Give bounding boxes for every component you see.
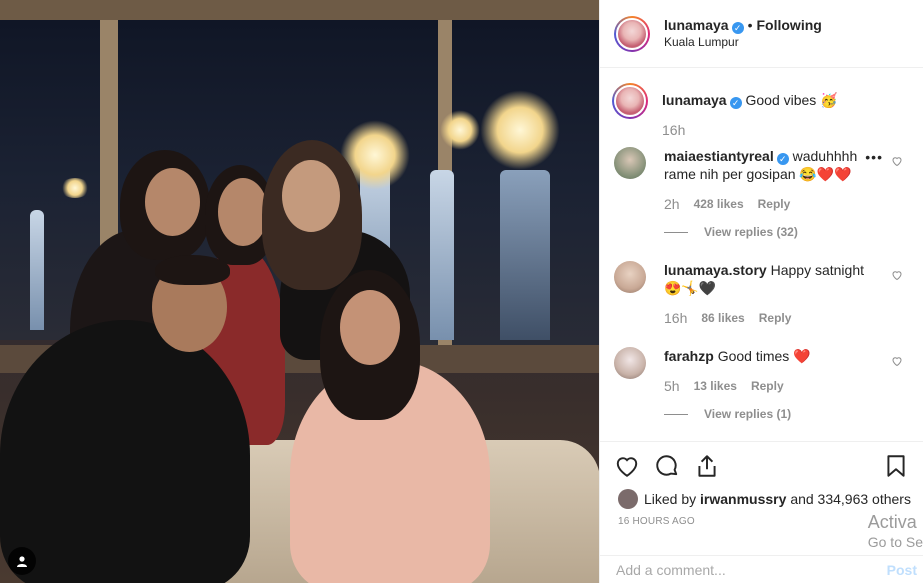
- person-front-left: [0, 320, 250, 583]
- comments-list[interactable]: lunamaya ✓ Good vibes 🥳 16h maiaestiantyr…: [600, 69, 923, 441]
- view-replies-label: View replies (32): [704, 225, 798, 239]
- comment-username[interactable]: farahzp: [664, 348, 714, 364]
- bookmark-icon[interactable]: [883, 453, 909, 479]
- commenter-avatar[interactable]: [614, 347, 646, 379]
- reply-button[interactable]: Reply: [759, 309, 792, 327]
- likes-count[interactable]: and 334,963 others: [790, 491, 911, 507]
- commenter-avatar[interactable]: [614, 147, 646, 179]
- view-replies-button[interactable]: View replies (1): [664, 405, 874, 423]
- verified-badge-icon: ✓: [776, 153, 789, 165]
- person-face: [218, 178, 268, 246]
- comment-likes[interactable]: 86 likes: [701, 309, 744, 327]
- ceiling-light: [60, 178, 90, 198]
- watermark-line2: Go to Se: [867, 534, 923, 550]
- watermark-line1: Activa: [867, 512, 917, 532]
- heart-icon[interactable]: [614, 453, 640, 479]
- post-header: lunamaya ✓ • Following Kuala Lumpur: [600, 0, 923, 68]
- comment-time[interactable]: 16h: [664, 309, 687, 327]
- comment-username[interactable]: lunamaya.story: [664, 262, 767, 278]
- more-options-icon[interactable]: •••: [865, 149, 883, 165]
- verified-badge-icon: ✓: [729, 97, 742, 109]
- window-frame: [0, 0, 599, 20]
- tower: [30, 210, 44, 330]
- likes-summary[interactable]: Liked by irwanmussry and 334,963 others: [600, 489, 923, 509]
- comment-item: lunamaya.story Happy satnight 😍🤸🖤 16h 86 …: [614, 261, 907, 327]
- comment-text: Good times ❤️: [717, 348, 811, 364]
- caption-time[interactable]: 16h: [662, 121, 685, 139]
- comment-likes[interactable]: 13 likes: [694, 377, 737, 395]
- comment-time[interactable]: 2h: [664, 195, 680, 213]
- person-face: [282, 160, 340, 232]
- comment-like-heart-icon[interactable]: [891, 355, 903, 367]
- tower: [430, 170, 454, 340]
- user-icon: [17, 556, 27, 567]
- liker-username[interactable]: irwanmussry: [700, 491, 786, 507]
- likes-prefix: Liked by: [644, 491, 697, 507]
- comment-likes[interactable]: 428 likes: [694, 195, 744, 213]
- location-link[interactable]: Kuala Lumpur: [664, 34, 822, 51]
- view-replies-button[interactable]: View replies (32): [664, 223, 874, 241]
- tower: [500, 170, 550, 340]
- person-face: [340, 290, 400, 365]
- separator-dot: •: [747, 16, 753, 33]
- chandelier: [440, 110, 480, 150]
- comment-icon[interactable]: [654, 453, 680, 479]
- share-icon[interactable]: [694, 453, 720, 479]
- post-details-panel: lunamaya ✓ • Following Kuala Lumpur lunamay…: [599, 0, 923, 583]
- post-photo[interactable]: [0, 0, 599, 583]
- caption-username[interactable]: lunamaya: [662, 92, 727, 108]
- caption-avatar[interactable]: [612, 83, 648, 119]
- chandelier: [480, 90, 560, 170]
- following-button[interactable]: Following: [757, 17, 822, 33]
- windows-activation-watermark: Activa Go to Se: [868, 512, 923, 552]
- liker-avatar: [618, 489, 638, 509]
- caption: lunamaya ✓ Good vibes 🥳 16h: [612, 83, 907, 139]
- comment-item: maiaestiantyreal ✓ waduhhhh rame nih per …: [614, 147, 907, 241]
- person-hair: [155, 255, 230, 285]
- add-comment-bar: Add a comment... Post: [600, 555, 923, 583]
- tagged-users-button[interactable]: [8, 547, 36, 575]
- author-username[interactable]: lunamaya: [664, 17, 729, 33]
- comment-username[interactable]: maiaestiantyreal: [664, 148, 774, 164]
- view-replies-label: View replies (1): [704, 407, 792, 421]
- comment-like-heart-icon[interactable]: [891, 155, 903, 167]
- post-comment-button[interactable]: Post: [887, 562, 917, 578]
- caption-text: Good vibes 🥳: [745, 92, 838, 108]
- person-face: [145, 168, 200, 236]
- author-avatar[interactable]: [614, 15, 650, 52]
- add-comment-input[interactable]: Add a comment...: [616, 562, 726, 578]
- comment-time[interactable]: 5h: [664, 377, 680, 395]
- reply-button[interactable]: Reply: [751, 377, 784, 395]
- comment-item: farahzp Good times ❤️ 5h 13 likes Reply Vi…: [614, 347, 907, 423]
- verified-badge-icon: ✓: [731, 21, 744, 34]
- comment-like-heart-icon[interactable]: [891, 269, 903, 281]
- commenter-avatar[interactable]: [614, 261, 646, 293]
- reply-button[interactable]: Reply: [758, 195, 791, 213]
